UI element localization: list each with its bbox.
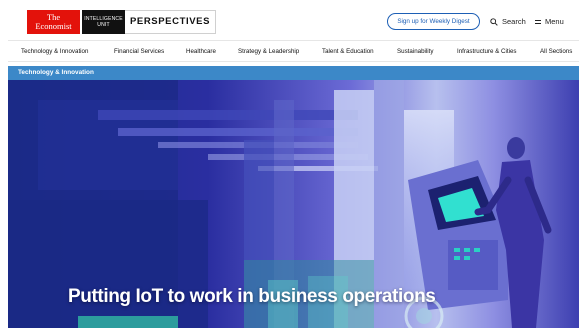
section-label-bar: Technology & Innovation [8, 66, 579, 80]
search-button[interactable]: Search [490, 15, 526, 29]
economist-logo[interactable]: The Economist [27, 10, 80, 34]
site-header: The Economist INTELLIGENCE UNIT PERSPECT… [8, 4, 579, 38]
nav-item-healthcare[interactable]: Healthcare [186, 48, 216, 55]
nav-item-sustainability[interactable]: Sustainability [397, 48, 433, 55]
search-label: Search [502, 17, 526, 26]
menu-label: Menu [545, 17, 564, 26]
section-nav: Technology & Innovation Financial Servic… [8, 40, 579, 62]
section-label[interactable]: Technology & Innovation [18, 69, 94, 76]
hamburger-icon [535, 19, 541, 26]
nav-item-strategy-leadership[interactable]: Strategy & Leadership [238, 48, 299, 55]
nav-item-infrastructure-cities[interactable]: Infrastructure & Cities [457, 48, 517, 55]
nav-item-all-sections[interactable]: All Sections [540, 48, 572, 55]
nav-item-financial-services[interactable]: Financial Services [114, 48, 164, 55]
menu-button[interactable]: Menu [535, 15, 564, 29]
nav-item-talent-education[interactable]: Talent & Education [322, 48, 374, 55]
page-frame: The Economist INTELLIGENCE UNIT PERSPECT… [8, 4, 579, 328]
perspectives-logo[interactable]: PERSPECTIVES [125, 10, 216, 34]
search-icon [490, 18, 498, 26]
hero-banner[interactable]: Putting IoT to work in business operatio… [8, 80, 579, 328]
hero-headline[interactable]: Putting IoT to work in business operatio… [68, 286, 436, 308]
eiu-logo[interactable]: INTELLIGENCE UNIT [82, 10, 125, 34]
signup-weekly-digest-button[interactable]: Sign up for Weekly Digest [387, 13, 480, 30]
nav-item-technology-innovation[interactable]: Technology & Innovation [21, 48, 88, 55]
